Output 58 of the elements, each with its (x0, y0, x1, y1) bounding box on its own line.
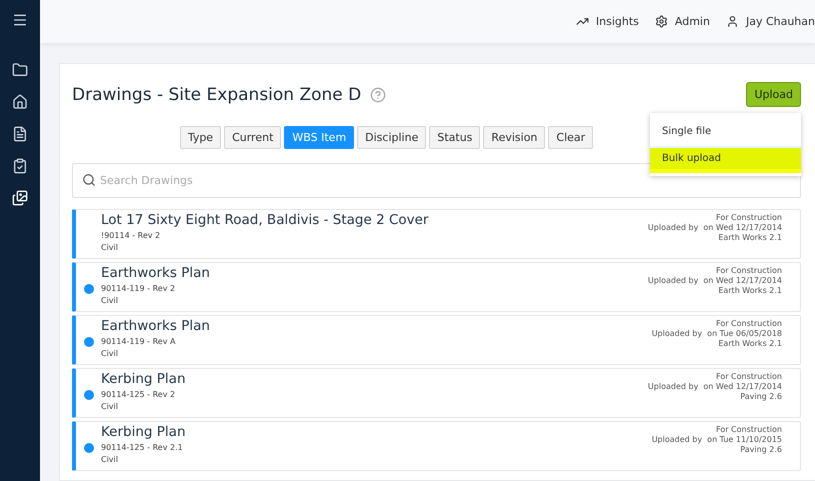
drawing-wbs: Earth Works 2.1 (718, 339, 782, 349)
header-link[interactable]: Jay Chauhan (726, 15, 815, 28)
drawing-upload-info: Uploaded by on Tue 11/10/2015 (652, 435, 782, 445)
home-icon[interactable] (12, 94, 28, 110)
drawing-row[interactable]: Earthworks Plan 90114-119 - Rev A Civil For Construction Uploaded by on Tue 06/05/2018 Earth Works 2.1 (72, 315, 801, 365)
menu-icon[interactable] (12, 12, 28, 28)
filter-button[interactable]: Discipline (357, 126, 426, 149)
drawing-number: !90114 - Rev 2 (101, 231, 162, 240)
upload-button[interactable]: Upload (746, 82, 801, 107)
drawing-upload-info: Uploaded by on Tue 06/05/2018 (652, 329, 782, 339)
header-link[interactable]: Admin (654, 15, 710, 28)
filter-button[interactable]: Clear (548, 126, 594, 149)
drawing-number: 90114-125 - Rev 2 (101, 390, 176, 399)
drawing-title: Earthworks Plan (101, 318, 211, 334)
menu-item[interactable]: Single file (650, 121, 801, 142)
drawing-wbs: Paving 2.6 (740, 445, 782, 455)
filter-button[interactable]: Revision (483, 126, 546, 149)
page-title: Drawings - Site Expansion Zone D (72, 84, 362, 104)
images-icon[interactable] (12, 190, 28, 206)
drawing-discipline: Civil (101, 402, 119, 411)
drawing-discipline: Civil (101, 349, 119, 358)
menu-item[interactable]: Bulk upload (650, 146, 801, 173)
drawing-discipline: Civil (101, 296, 119, 305)
drawing-wbs: Earth Works 2.1 (718, 233, 782, 243)
drawing-wbs: Earth Works 2.1 (718, 286, 782, 296)
drawing-status: For Construction (716, 319, 782, 329)
drawing-discipline: Civil (101, 455, 119, 464)
settings-icon (654, 15, 668, 28)
filter-button[interactable]: Status (429, 126, 480, 149)
drawing-title: Earthworks Plan (101, 265, 211, 281)
drawing-number: 90114-125 - Rev 2.1 (101, 443, 184, 452)
drawing-row[interactable]: Lot 17 Sixty Eight Road, Baldivis - Stage 2 Cover !90114 - Rev 2 Civil For Construction Uploaded by on Wed 12/17/2014 Earth Works 2.1 (72, 209, 801, 259)
drawing-wbs: Paving 2.6 (740, 392, 782, 402)
clipboard-check-icon[interactable] (12, 158, 28, 174)
drawing-row[interactable]: Kerbing Plan 90114-125 - Rev 2.1 Civil For Construction Uploaded by on Tue 11/10/2015 Paving 2.6 (72, 421, 801, 471)
search-icon (82, 173, 96, 187)
user-icon (726, 15, 739, 28)
drawing-status: For Construction (716, 266, 782, 276)
drawing-status: For Construction (716, 425, 782, 435)
drawing-row[interactable]: Kerbing Plan 90114-125 - Rev 2 Civil For Construction Uploaded by on Wed 12/17/2014 Paving 2.6 (72, 368, 801, 418)
drawing-row[interactable]: Earthworks Plan 90114-119 - Rev 2 Civil For Construction Uploaded by on Wed 12/17/2014 Earth Works 2.1 (72, 262, 801, 312)
header-link[interactable]: Insights (576, 15, 639, 28)
filter-button[interactable]: Current (224, 126, 282, 149)
drawing-title: Lot 17 Sixty Eight Road, Baldivis - Stage 2 Cover (101, 212, 430, 228)
document-icon[interactable] (12, 126, 28, 142)
drawing-number: 90114-119 - Rev 2 (101, 284, 176, 293)
drawing-title: Kerbing Plan (101, 371, 186, 387)
drawing-upload-info: Uploaded by on Wed 12/17/2014 (648, 223, 782, 233)
filter-button[interactable]: Type (180, 126, 222, 149)
drawing-number: 90114-119 - Rev A (101, 337, 176, 346)
search-field[interactable]: Search Drawings (72, 163, 801, 198)
drawing-upload-info: Uploaded by on Wed 12/17/2014 (648, 382, 782, 392)
drawing-discipline: Civil (101, 243, 119, 252)
drawing-title: Kerbing Plan (101, 424, 186, 440)
drawing-status: For Construction (716, 372, 782, 382)
drawing-status: For Construction (716, 213, 782, 223)
drawing-upload-info: Uploaded by on Wed 12/17/2014 (648, 276, 782, 286)
folder-icon[interactable] (12, 62, 28, 78)
